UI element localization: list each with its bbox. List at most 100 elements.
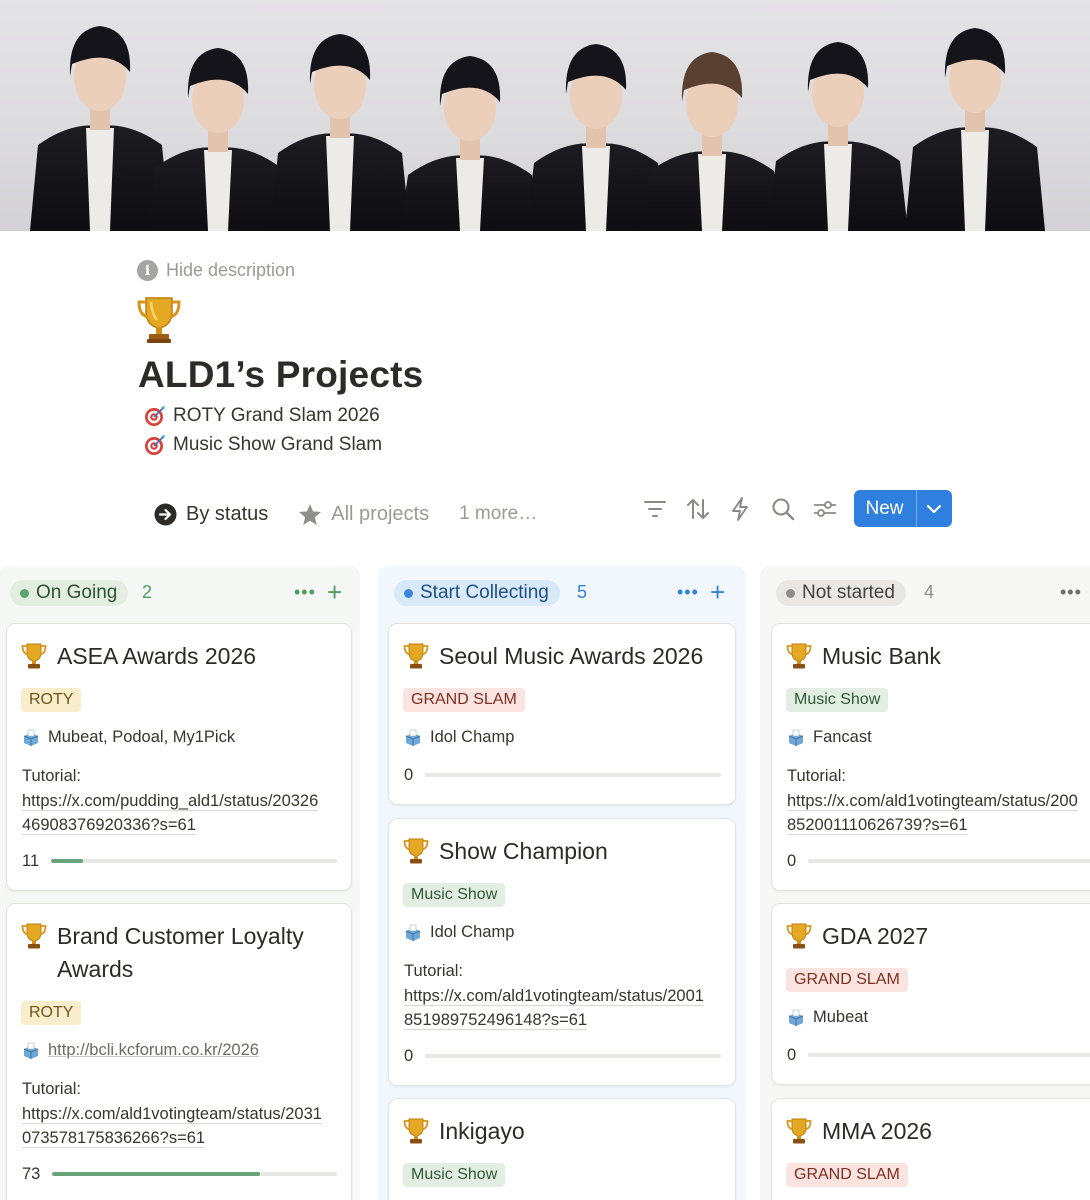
- trophy-icon: [786, 1118, 812, 1144]
- project-card[interactable]: ASEA Awards 2026 ROTY Mubeat, Podoal, My…: [6, 623, 352, 891]
- progress-bar: [808, 859, 1090, 863]
- info-icon: i: [137, 260, 158, 281]
- trophy-icon: [403, 838, 429, 864]
- dart-target-icon: [145, 435, 165, 455]
- ballot-box-icon: [23, 729, 39, 746]
- project-card[interactable]: MMA 2026 GRAND SLAM: [771, 1098, 1090, 1200]
- card-title: Inkigayo: [403, 1115, 525, 1148]
- progress-bar: [425, 773, 721, 777]
- tutorial-link[interactable]: https://x.com/pudding_ald1/status/20326: [22, 791, 319, 811]
- status-dot: [20, 588, 29, 598]
- project-card[interactable]: Brand Customer Loyalty Awards ROTY http:/…: [6, 903, 352, 1200]
- project-tag: ROTY: [21, 1001, 82, 1025]
- column-add-button[interactable]: +: [710, 577, 725, 608]
- progress-bar: [808, 1053, 1090, 1057]
- new-button[interactable]: New: [854, 490, 916, 527]
- tab-label: All projects: [331, 502, 430, 525]
- progress-value: 0: [404, 765, 414, 784]
- page-title: ALD1’s Projects: [138, 354, 424, 395]
- person-shirt: [86, 128, 114, 231]
- column-header: Start Collecting 5 ••• +: [378, 577, 746, 608]
- status-label: Start Collecting: [420, 582, 549, 603]
- column-header: On Going 2 ••• +: [0, 577, 360, 608]
- column-more-button[interactable]: •••: [677, 582, 699, 603]
- search-icon[interactable]: [769, 495, 797, 523]
- card-title-text: MMA 2026: [822, 1118, 932, 1144]
- tutorial-block: Tutorial: https://x.com/ald1votingteam/s…: [404, 959, 704, 1033]
- status-badge[interactable]: On Going: [10, 580, 129, 606]
- tutorial-link-cont[interactable]: 073578175836266?s=61: [22, 1129, 206, 1148]
- board-column-on-going: On Going 2 ••• + ASEA Awards 2026 ROTY M…: [0, 566, 360, 1200]
- settings-sliders-icon[interactable]: [811, 495, 839, 523]
- tutorial-link-cont[interactable]: 46908376920336?s=61: [22, 816, 196, 835]
- title-line: Brand Customer Loyalty: [57, 923, 304, 949]
- tutorial-block: Tutorial: https://x.com/ald1votingteam/s…: [22, 1077, 322, 1151]
- filter-icon[interactable]: [641, 495, 669, 523]
- project-card[interactable]: Seoul Music Awards 2026 GRAND SLAM Idol …: [388, 623, 736, 805]
- ballot-box-icon: [23, 1042, 39, 1059]
- card-title-text: Brand Customer Loyalty Awards: [57, 920, 304, 986]
- tutorial-link-cont[interactable]: 851989752496148?s=61: [404, 1011, 588, 1030]
- trophy-icon: [403, 643, 429, 669]
- column-more-button[interactable]: •••: [1060, 582, 1082, 603]
- person-shirt: [456, 158, 484, 231]
- goal-item: ROTY Grand Slam 2026: [143, 404, 380, 428]
- trophy-icon[interactable]: [136, 294, 182, 355]
- status-label: Not started: [802, 582, 895, 603]
- platform-row: http://bcli.kcforum.co.kr/2026: [22, 1041, 259, 1060]
- project-tag: Music Show: [786, 688, 889, 712]
- progress-row: 0: [787, 1045, 1090, 1065]
- platform-row: Mubeat, Podoal, My1Pick: [22, 728, 235, 747]
- tutorial-link[interactable]: https://x.com/ald1votingteam/status/200: [787, 791, 1078, 811]
- project-tag: GRAND SLAM: [786, 968, 908, 992]
- card-title-text: Seoul Music Awards 2026: [439, 643, 704, 669]
- tab-by-status[interactable]: By status: [154, 503, 268, 526]
- platform-text: Idol Champ: [430, 923, 515, 941]
- platform-row: Fancast: [787, 728, 872, 747]
- platform-link[interactable]: http://bcli.kcforum.co.kr/2026: [48, 1041, 259, 1060]
- tutorial-link[interactable]: https://x.com/ald1votingteam/status/2001: [404, 986, 704, 1006]
- column-more-button[interactable]: •••: [294, 582, 316, 603]
- column-count: 5: [577, 582, 588, 602]
- progress-value: 73: [22, 1164, 41, 1183]
- tutorial-label: Tutorial:: [404, 962, 463, 980]
- star-icon: [299, 503, 322, 525]
- tab-all-projects[interactable]: All projects: [298, 503, 429, 526]
- card-title: Brand Customer Loyalty Awards: [21, 920, 304, 986]
- goal-label: Music Show Grand Slam: [173, 434, 383, 455]
- platform-row: Idol Champ: [404, 923, 514, 942]
- project-card[interactable]: GDA 2027 GRAND SLAM Mubeat 0: [771, 903, 1090, 1085]
- card-title: Music Bank: [786, 640, 941, 673]
- card-title-text: ASEA Awards 2026: [57, 643, 257, 669]
- progress-row: 11: [22, 851, 337, 871]
- status-badge[interactable]: Start Collecting: [394, 580, 560, 606]
- project-tag: Music Show: [403, 1163, 506, 1187]
- view-tabs: By status All projects 1 more…: [154, 498, 537, 530]
- tutorial-link[interactable]: https://x.com/ald1votingteam/status/2031: [22, 1104, 322, 1124]
- card-title-text: Music Bank: [822, 643, 941, 669]
- group-photo: [30, 26, 1045, 231]
- platform-text: Mubeat: [813, 1008, 869, 1026]
- hide-description-button[interactable]: i Hide description: [137, 260, 295, 281]
- lightning-icon[interactable]: [726, 495, 754, 523]
- project-card[interactable]: Music Bank Music Show Fancast Tutorial: …: [771, 623, 1090, 891]
- tab-label: By status: [186, 502, 269, 525]
- more-views-button[interactable]: 1 more…: [459, 503, 537, 525]
- progress-value: 11: [22, 851, 40, 870]
- new-button-group: New: [853, 490, 952, 527]
- card-title: Seoul Music Awards 2026: [403, 640, 703, 673]
- column-add-button[interactable]: +: [327, 577, 342, 608]
- ballot-box-icon: [405, 729, 421, 746]
- person-shirt: [204, 150, 232, 231]
- progress-value: 0: [787, 1045, 797, 1064]
- tutorial-link-cont[interactable]: 852001110626739?s=61: [787, 816, 968, 835]
- progress-row: 73: [22, 1164, 337, 1184]
- status-badge[interactable]: Not started: [776, 580, 906, 606]
- sort-icon[interactable]: [684, 495, 712, 523]
- project-card[interactable]: Inkigayo Music Show: [388, 1098, 736, 1200]
- project-card[interactable]: Show Champion Music Show Idol Champ Tuto…: [388, 818, 736, 1086]
- platform-row: Mubeat: [787, 1008, 868, 1027]
- progress-row: 0: [404, 765, 721, 785]
- new-dropdown-button[interactable]: [915, 490, 952, 527]
- trophy-icon: [403, 1118, 429, 1144]
